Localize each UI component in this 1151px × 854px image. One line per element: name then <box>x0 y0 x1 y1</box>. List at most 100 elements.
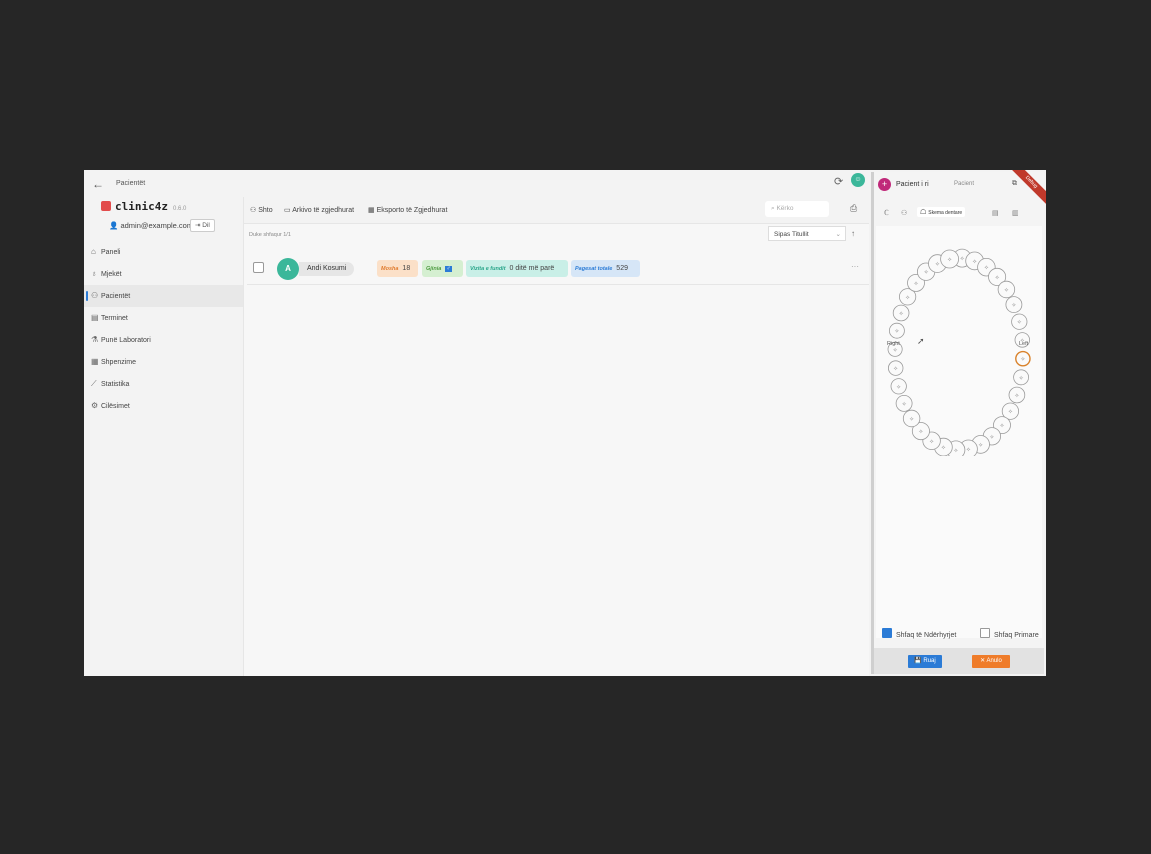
main-content: ⚇ Shto ▭ Arkivo të zgjedhurat ▦ Eksporto… <box>243 197 869 676</box>
sidebar-item-paneli[interactable]: ⌂ Paneli <box>84 241 243 263</box>
panel-title: Pacient i ri <box>896 181 929 188</box>
patient-name[interactable]: Andi Kosumi <box>299 262 355 276</box>
table-row[interactable]: A Andi Kosumi Mosha 18 Gjinia ♂ Vizita e f… <box>247 254 869 285</box>
logout-button[interactable]: ⇥ Dil <box>190 219 215 232</box>
avatar: A <box>277 258 299 280</box>
tab-list-icon[interactable]: ▥ <box>1012 209 1019 217</box>
calendar-icon: ▤ <box>91 313 99 322</box>
panel-tabs: ℂ ⚇ ☖ Skema dentare ▤ ▥ <box>874 206 1044 222</box>
tooth-surface-icon: ✧ <box>1020 356 1025 363</box>
home-icon: ⌂ <box>91 247 96 256</box>
tooth-surface-icon: ✧ <box>999 423 1004 430</box>
tooth-surface-icon: ✧ <box>1017 319 1022 326</box>
search-input[interactable]: ⌕ Kërko <box>765 201 829 217</box>
app-window: ← Pacientët ⟳ ☺ clinic4z 0.6.0 👤 admin@ex… <box>84 170 1046 676</box>
tab-calendar-icon[interactable]: ▤ <box>992 209 999 217</box>
tooth-surface-icon: ✧ <box>941 445 946 452</box>
tab-dental-chart[interactable]: ☖ Skema dentare <box>917 207 966 217</box>
export-icon: ▦ <box>368 207 375 214</box>
tooth-surface-icon: ✧ <box>989 434 994 441</box>
more-options-icon[interactable]: ··· <box>851 262 859 271</box>
result-count: Duke shfaqur 1/1 <box>249 232 291 238</box>
profile-avatar[interactable]: ☺ <box>851 173 865 187</box>
add-button[interactable]: ⚇ Shto <box>250 206 273 214</box>
tooth-icon: ☖ <box>920 209 927 216</box>
tooth-surface-icon: ✧ <box>894 328 899 335</box>
add-user-icon: ⚇ <box>250 207 257 214</box>
sync-icon[interactable]: ⟳ <box>834 175 843 188</box>
sort-direction-icon[interactable]: ↑ <box>851 229 855 238</box>
sidebar-item-terminet[interactable]: ▤ Terminet <box>84 307 243 329</box>
tooth-surface-icon: ✧ <box>1014 393 1019 400</box>
tooth-surface-icon: ✧ <box>972 258 977 265</box>
panel-footer: 💾 Ruaj ✕ Anulo <box>874 648 1044 674</box>
panel-subtitle: Pacient <box>954 181 975 187</box>
panel-header: + Pacient i ri Pacient ⧉ Debug <box>874 170 1046 211</box>
show-primary-checkbox[interactable]: Shfaq Primare <box>980 628 1039 639</box>
tooth-surface-icon: ✧ <box>929 438 934 445</box>
sidebar-item-statistika[interactable]: ⟋ Statistika <box>84 373 243 395</box>
gender-badge: Gjinia ♂ <box>422 260 463 277</box>
tab-info-icon[interactable]: ℂ <box>884 209 889 217</box>
tooth-surface-icon: ✧ <box>1011 302 1016 309</box>
sort-select[interactable]: Sipas Titullit ⌄ <box>768 226 846 241</box>
tooth-surface-icon: ✧ <box>978 442 983 449</box>
sidebar-item-cilesimet[interactable]: ⚙ Cilësimet <box>84 395 243 417</box>
archive-button[interactable]: ▭ Arkivo të zgjedhurat <box>284 206 354 214</box>
sidebar: clinic4z 0.6.0 👤 admin@example.com ⇥ Dil … <box>84 197 243 676</box>
tooth-surface-icon: ✧ <box>960 256 965 263</box>
left-label: Left <box>1019 341 1029 347</box>
tooth-surface-icon: ✧ <box>913 280 918 287</box>
row-checkbox[interactable] <box>253 262 264 273</box>
back-arrow-icon[interactable]: ← <box>92 177 104 191</box>
last-visit-badge: Vizita e fundit 0 ditë më parë <box>466 260 568 277</box>
tooth-surface-icon: ✧ <box>918 429 923 436</box>
export-button[interactable]: ▦ Eksporto të Zgjedhurat <box>368 206 447 214</box>
tooth-surface-icon: ✧ <box>984 265 989 272</box>
user-info: 👤 admin@example.com <box>109 221 193 230</box>
tooth-surface-icon: ✧ <box>924 269 929 276</box>
tooth-surface-icon: ✧ <box>1004 287 1009 294</box>
chart-icon: ⟋ <box>91 379 97 388</box>
nav-list: ⌂ Paneli ♁ Mjekët ⚇ Pacientët ▤ Terminet ⚗ Pu… <box>84 241 243 417</box>
expense-icon: ▦ <box>91 357 99 366</box>
user-icon: 👤 <box>109 221 119 230</box>
title-bar: ← Pacientët ⟳ ☺ <box>84 170 869 197</box>
tooth-surface-icon: ✧ <box>1008 409 1013 416</box>
tooth-surface-icon: ✧ <box>966 447 971 454</box>
settings-icon: ⚙ <box>91 401 99 410</box>
print-icon[interactable]: ⎙ <box>850 203 857 214</box>
tooth-surface-icon: ✧ <box>896 384 901 391</box>
cancel-button[interactable]: ✕ Anulo <box>972 655 1010 668</box>
sidebar-item-pacientet[interactable]: ⚇ Pacientët <box>84 285 243 307</box>
tooth-surface-icon: ✧ <box>893 347 898 354</box>
archive-icon: ▭ <box>284 207 291 214</box>
sidebar-item-pune-laboratori[interactable]: ⚗ Punë Laboratori <box>84 329 243 351</box>
dental-chart: ✧ ✧✧✧✧✧✧✧✧✧✧✧✧✧✧✧✧✧✧✧✧✧✧✧✧✧✧✧✧✧✧✧ <box>887 248 1031 460</box>
dental-chart-area: ✧ ✧ ✧ ✧ ✧ ✧ ✧ ✧ ✧ ✧ ✧ ✧ ✧ ✧ ✧ ✧ ✧ ✧ ✧ ✧ ✧ ✧ ✧ ✧ ✧ ✧ ✧ ✧ ✧ ✧ ✧ ✧ Right L… <box>876 226 1042 638</box>
patient-plus-icon: + <box>878 178 891 191</box>
mouse-cursor: ➚ <box>917 336 925 346</box>
tooth-surface-icon: ✧ <box>909 416 914 423</box>
tooth-surface-icon: ✧ <box>947 257 952 264</box>
sidebar-item-shpenzime[interactable]: ▦ Shpenzime <box>84 351 243 373</box>
app-logo: clinic4z 0.6.0 <box>101 200 186 213</box>
new-patient-panel: + Pacient i ri Pacient ⧉ Debug ℂ ⚇ ☖ Ske… <box>871 170 1046 674</box>
payments-badge: Pagesat totale 529 <box>571 260 640 277</box>
patients-icon: ⚇ <box>91 291 99 300</box>
window-tools-icon[interactable]: ⧉ <box>1012 180 1017 188</box>
tooth-surface-icon: ✧ <box>893 366 898 373</box>
search-icon: ⌕ <box>771 205 775 212</box>
breadcrumb: Pacientët <box>116 180 146 187</box>
tab-patient-icon[interactable]: ⚇ <box>901 209 907 217</box>
tooth-surface-icon: ✧ <box>953 447 958 454</box>
debug-ribbon: Debug <box>1003 170 1046 211</box>
save-button[interactable]: 💾 Ruaj <box>908 655 942 668</box>
app-name: clinic4z <box>115 200 168 213</box>
tooth-surface-icon: ✧ <box>995 274 1000 281</box>
logo-icon <box>101 201 111 211</box>
age-badge: Mosha 18 <box>377 260 418 277</box>
show-treatments-checkbox[interactable]: Shfaq të Ndërhyrjet <box>882 628 956 639</box>
sidebar-item-mjeket[interactable]: ♁ Mjekët <box>84 263 243 285</box>
lab-icon: ⚗ <box>91 335 99 344</box>
